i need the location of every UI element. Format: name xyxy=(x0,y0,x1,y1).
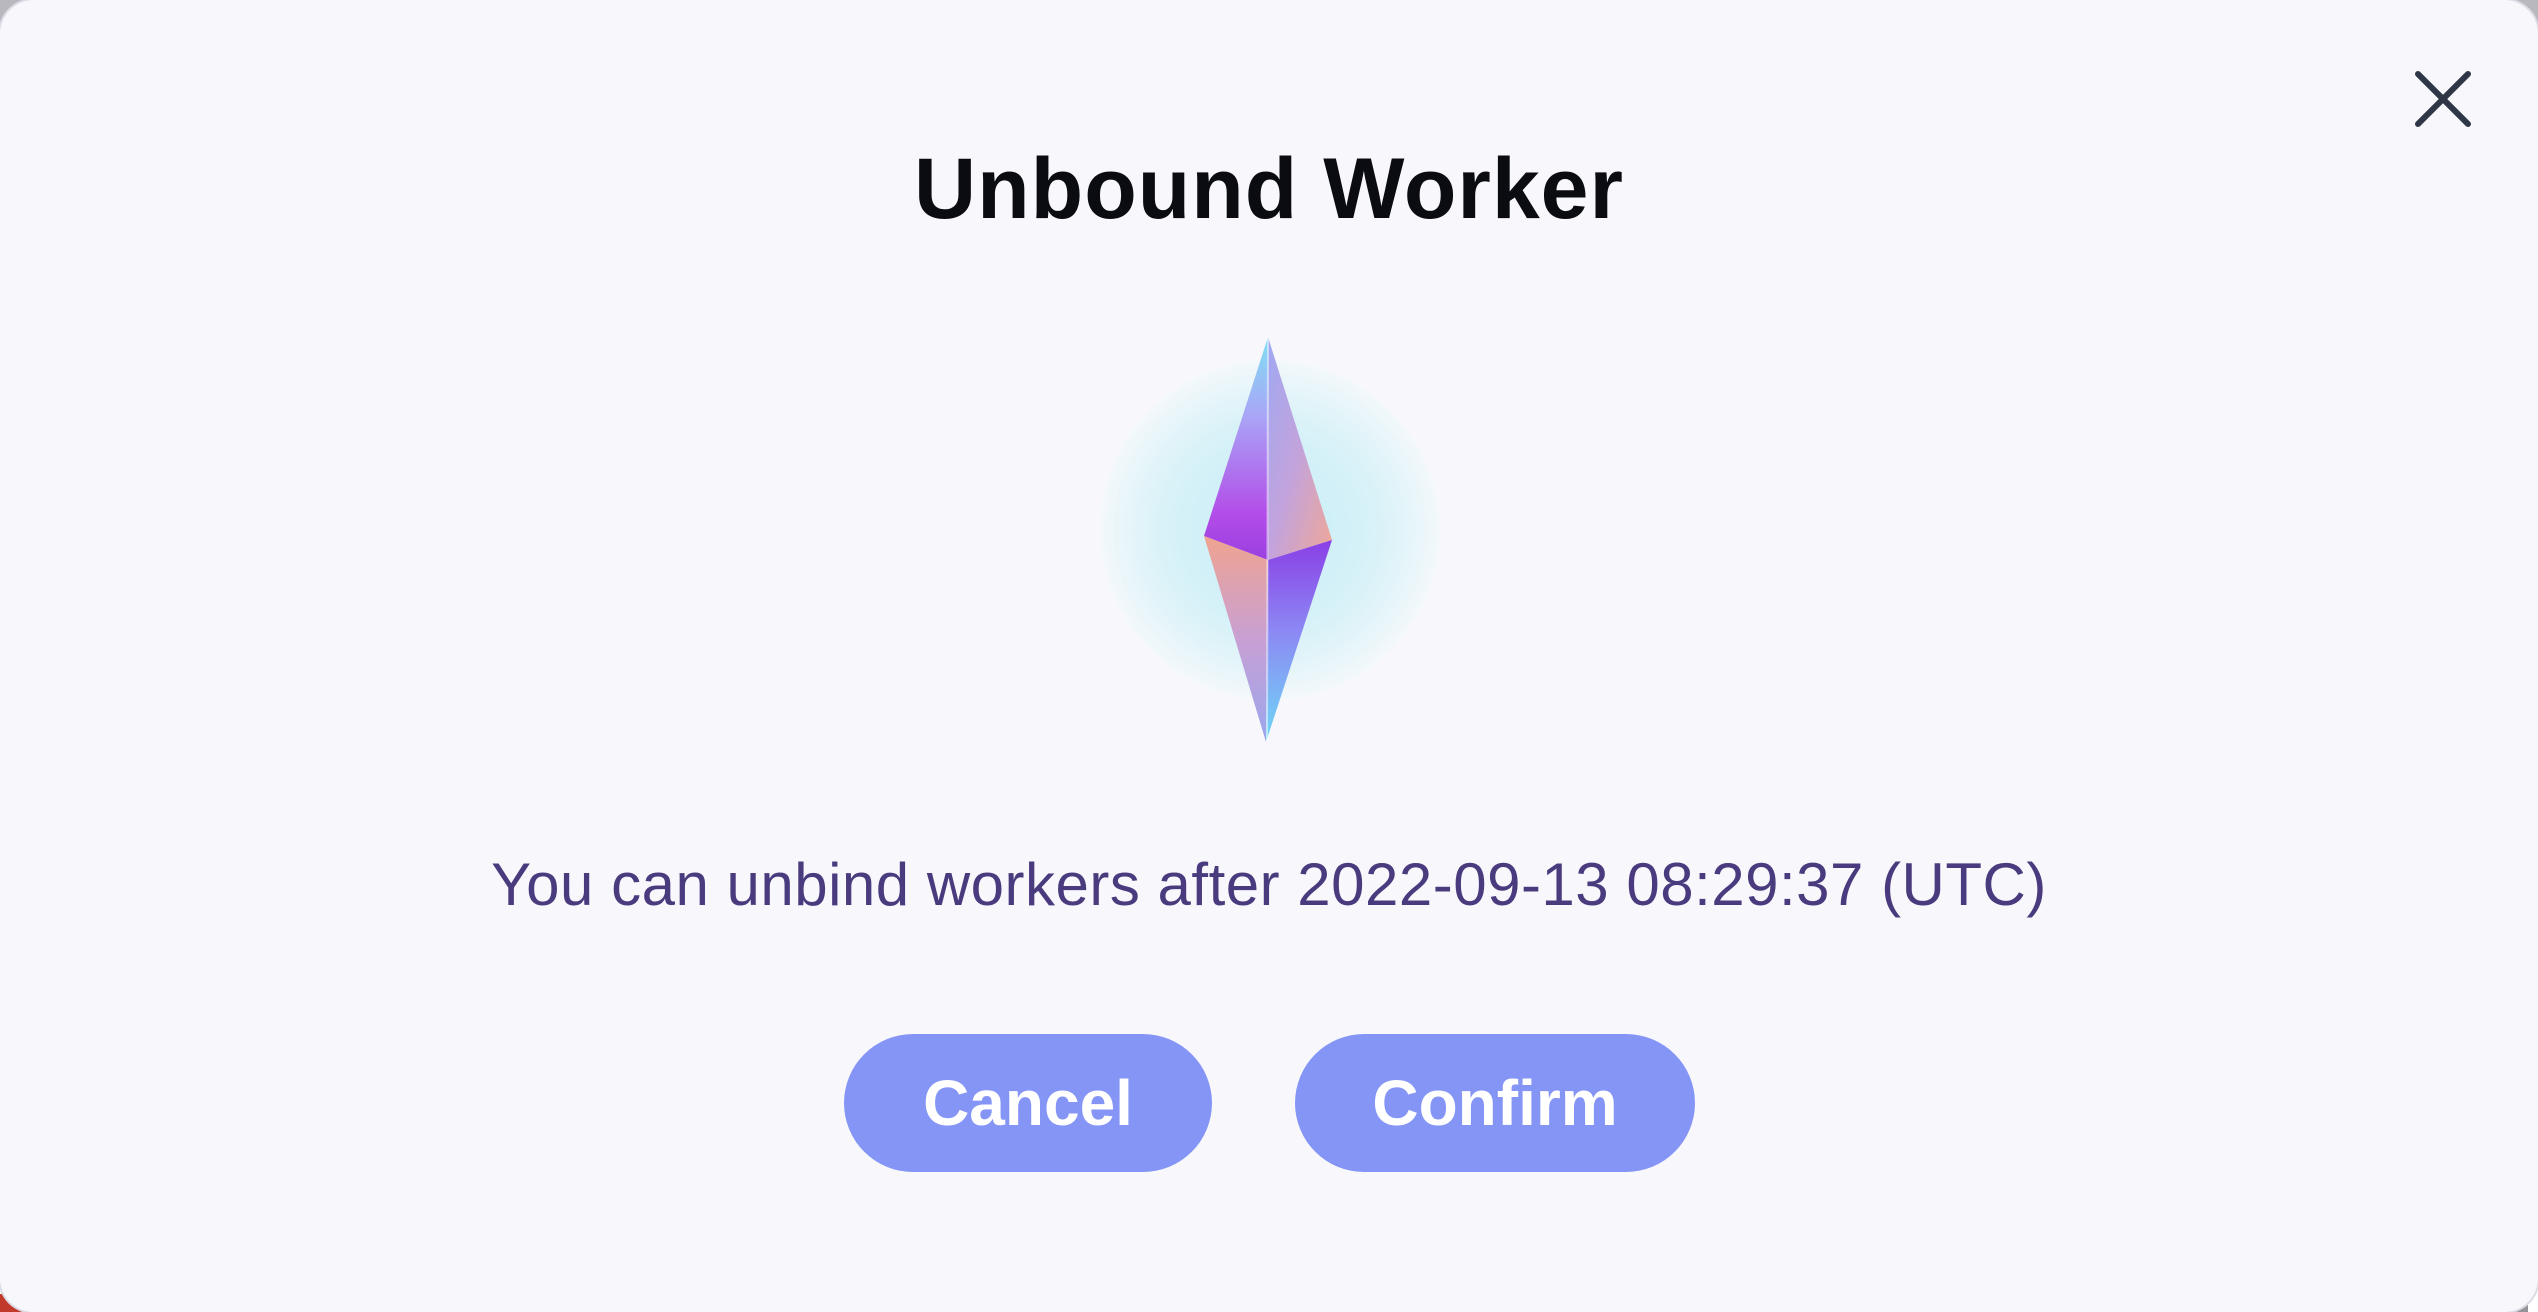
unbind-availability-message: You can unbind workers after 2022-09-13 … xyxy=(491,851,2047,918)
confirm-button[interactable]: Confirm xyxy=(1295,1034,1695,1172)
cancel-button[interactable]: Cancel xyxy=(844,1034,1212,1172)
crystal-gem-icon xyxy=(1204,336,1332,743)
dialog-title: Unbound Worker xyxy=(914,141,1624,237)
crystal-illustration xyxy=(1090,330,1450,750)
unbind-worker-dialog: Unbound Worker You can unbind workers af… xyxy=(0,0,2538,1312)
close-button[interactable] xyxy=(2412,68,2474,130)
close-icon xyxy=(2415,71,2471,127)
